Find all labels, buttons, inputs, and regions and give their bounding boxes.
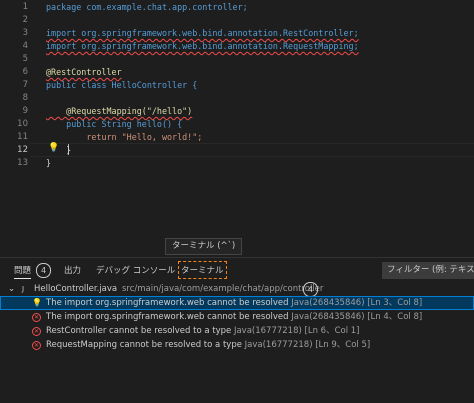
problem-message-line: RestController cannot be resolved to a t…	[46, 324, 360, 338]
line-number: 1	[22, 2, 28, 12]
code-text: @RequestMapping("/hello")	[46, 106, 193, 116]
code-line-6[interactable]: @RestController	[46, 67, 122, 77]
code-line-1[interactable]: package com.example.chat.app.controller;	[46, 2, 248, 12]
line-number: 6	[22, 67, 28, 77]
error-icon: ✕	[32, 313, 41, 322]
code-line-3[interactable]: import org.springframework.web.bind.anno…	[46, 28, 359, 38]
code-text: import org.springframework.web.bind.anno…	[46, 28, 359, 38]
code-line-13[interactable]: }	[46, 158, 51, 168]
java-file-icon: J	[22, 285, 25, 293]
problem-location: [Ln 3、Col 8]	[367, 298, 423, 308]
code-text: }	[46, 158, 52, 168]
code-line-12[interactable]: }	[46, 145, 71, 155]
problem-message: The import org.springframework.web canno…	[46, 298, 289, 308]
line-number: 9	[22, 106, 28, 116]
line-number: 3	[22, 28, 28, 38]
problem-source: Java(268435846)	[291, 312, 365, 322]
line-number: 7	[22, 80, 28, 90]
error-icon: ✕	[32, 341, 41, 350]
code-text: import org.springframework.web.bind.anno…	[46, 41, 359, 51]
problem-source: Java(16777218)	[233, 326, 302, 336]
bottom-panel: 問題 4 出力 デバッグ コンソール ターミナル フィルター (例: テキスト …	[0, 257, 474, 403]
problem-message-line: RequestMapping cannot be resolved to a t…	[46, 338, 370, 352]
current-line-highlight	[30, 143, 474, 157]
line-number: 10	[17, 119, 28, 129]
problem-message: RestController cannot be resolved to a t…	[46, 326, 232, 336]
code-line-9[interactable]: @RequestMapping("/hello")	[46, 106, 192, 116]
problem-row[interactable]: ✕ The import org.springframework.web can…	[0, 310, 474, 324]
tab-output[interactable]: 出力	[64, 264, 81, 276]
problem-message-line: The import org.springframework.web canno…	[46, 310, 422, 324]
file-name: HelloController.java	[34, 284, 118, 294]
code-line-11[interactable]: return "Hello, world!";	[46, 132, 202, 142]
code-editor[interactable]: 1 2 3 4 5 6 7 8 9 10 11 12 13 💡 package …	[0, 0, 474, 232]
file-problems-count: 4	[303, 282, 318, 297]
problem-location: [Ln 9、Col 5]	[315, 340, 371, 350]
code-text: package com.example.chat.app.controller;	[46, 2, 248, 12]
problem-message-line: The import org.springframework.web canno…	[46, 296, 422, 310]
problem-message: RequestMapping cannot be resolved to a t…	[46, 340, 242, 350]
line-number: 13	[17, 158, 28, 168]
line-number-active: 12	[17, 145, 28, 155]
problem-location: [Ln 6、Col 1]	[304, 326, 360, 336]
tab-problems[interactable]: 問題	[14, 264, 32, 279]
file-path: src/main/java/com/example/chat/app/contr…	[122, 284, 324, 294]
problem-message: The import org.springframework.web canno…	[46, 312, 289, 322]
problem-location: [Ln 4、Col 8]	[367, 312, 423, 322]
code-text: }	[46, 145, 72, 155]
problem-row[interactable]: ✕ RequestMapping cannot be resolved to a…	[0, 338, 474, 352]
tab-terminal[interactable]: ターミナル	[178, 261, 227, 279]
tab-debug-console[interactable]: デバッグ コンソール	[96, 264, 175, 276]
line-number: 5	[22, 54, 28, 64]
filter-input[interactable]: フィルター (例: テキスト	[382, 262, 474, 279]
code-line-4[interactable]: import org.springframework.web.bind.anno…	[46, 41, 359, 51]
line-number: 8	[22, 93, 28, 103]
problem-source: Java(268435846)	[291, 298, 365, 308]
code-text: @RestController	[46, 67, 122, 77]
error-icon: ✕	[32, 327, 41, 336]
code-text: public class HelloController {	[46, 80, 198, 90]
problems-count-badge: 4	[36, 263, 51, 278]
line-number: 2	[22, 15, 28, 25]
code-text: return "Hello, world!";	[46, 132, 203, 142]
chevron-down-icon[interactable]: ⌄	[8, 282, 15, 296]
problem-row[interactable]: 💡 The import org.springframework.web can…	[0, 296, 474, 310]
code-text: public String hello() {	[46, 119, 183, 129]
code-line-10[interactable]: public String hello() {	[46, 119, 182, 129]
problem-file-row[interactable]: ⌄ J HelloController.java src/main/java/c…	[0, 282, 474, 297]
line-number: 4	[22, 41, 28, 51]
line-number: 11	[17, 132, 28, 142]
lightbulb-warning-icon: 💡	[32, 298, 42, 307]
terminal-tooltip: ターミナル (^`)	[165, 238, 243, 255]
code-line-7[interactable]: public class HelloController {	[46, 80, 197, 90]
problem-row[interactable]: ✕ RestController cannot be resolved to a…	[0, 324, 474, 338]
problem-source: Java(16777218)	[244, 340, 313, 350]
